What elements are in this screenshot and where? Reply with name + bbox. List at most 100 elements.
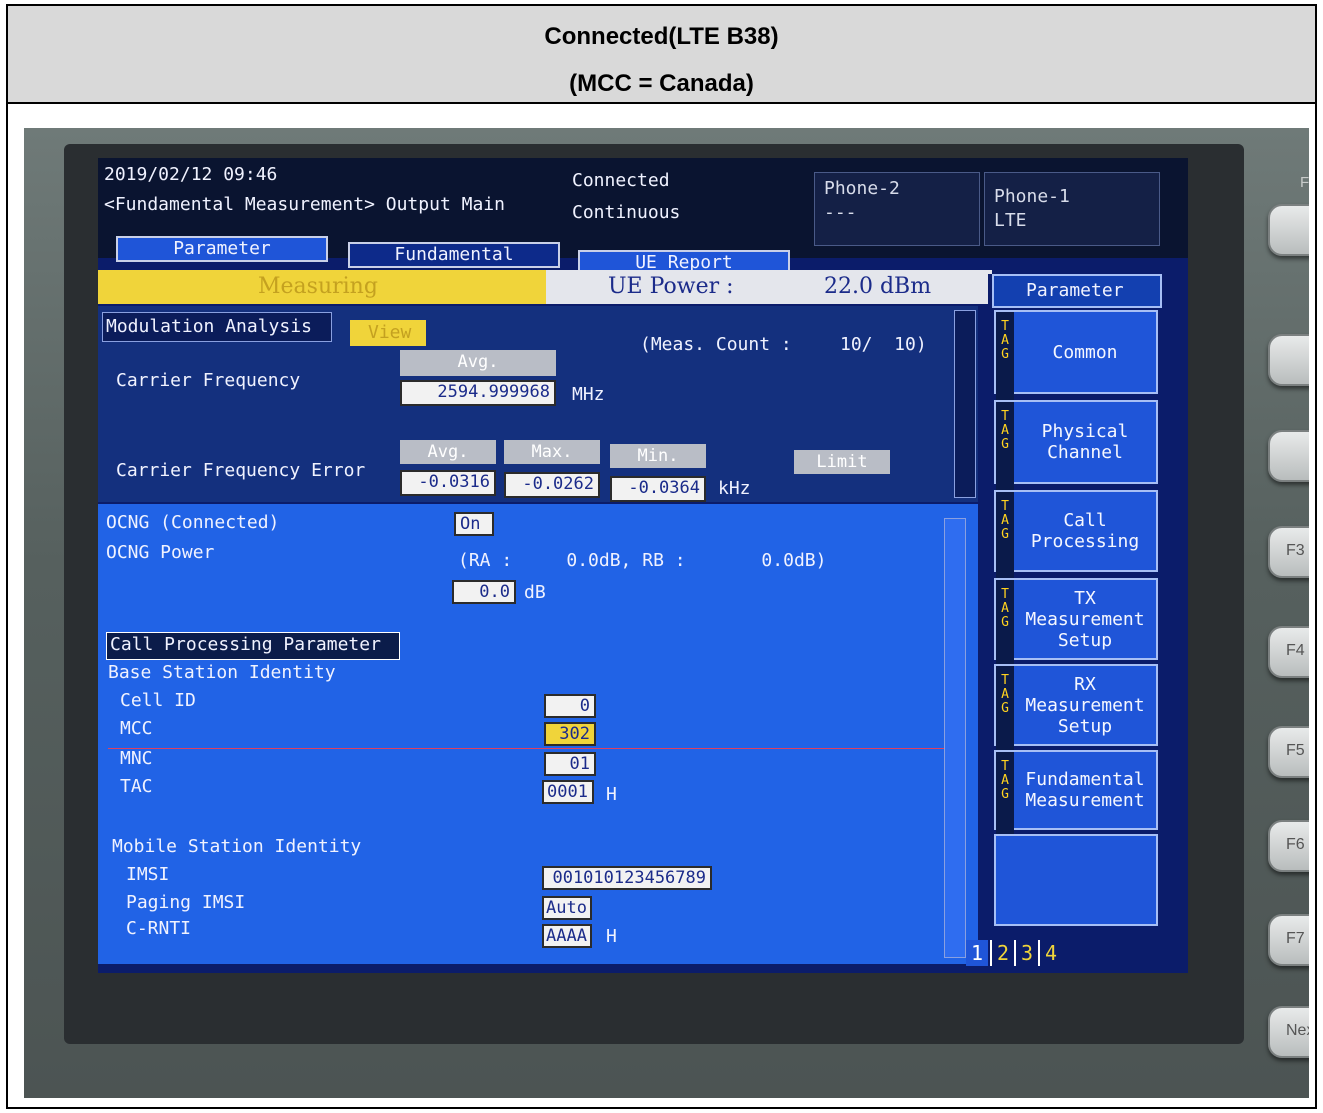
caption-header: Connected(LTE B38) (MCC = Canada) xyxy=(8,6,1315,104)
tac-unit: H xyxy=(606,784,617,805)
side-button-label xyxy=(1014,836,1156,924)
side-button-label: Physical Channel xyxy=(1041,421,1129,463)
tag-marker: T A G xyxy=(996,666,1014,752)
ue-power-label: UE Power : xyxy=(608,274,734,299)
limit-button[interactable]: Limit xyxy=(794,450,890,474)
softkey-f3[interactable]: F3 xyxy=(1268,526,1309,578)
carrier-avg-header: Avg. xyxy=(400,350,556,376)
ue-power-value: 22.0 dBm xyxy=(824,274,932,299)
fun-label: Fun xyxy=(1300,174,1309,191)
cfe-min-value[interactable]: -0.0364 xyxy=(610,476,706,502)
mcc-value[interactable]: 302 xyxy=(544,722,596,746)
cfe-max-value[interactable]: -0.0262 xyxy=(504,472,600,498)
cfe-min-header: Min. xyxy=(610,444,706,468)
side-button-2[interactable]: T A G Physical Channel xyxy=(994,400,1158,490)
cell-id-label: Cell ID xyxy=(120,690,196,711)
ocng-power-value[interactable]: 0.0 xyxy=(452,580,516,604)
page-1[interactable]: 1 xyxy=(966,940,988,966)
next-key[interactable]: Next xyxy=(1268,1006,1309,1058)
carrier-frequency-value[interactable]: 2594.999968 xyxy=(400,380,556,406)
bs-identity-label: Base Station Identity xyxy=(108,662,336,683)
imsi-value[interactable]: 001010123456789 xyxy=(542,866,712,890)
next-label: Next xyxy=(1286,1022,1309,1039)
cfe-avg-header: Avg. xyxy=(400,440,496,464)
mcc-divider-line xyxy=(108,748,954,749)
imsi-label: IMSI xyxy=(126,864,170,885)
softkey-f5[interactable]: F5 xyxy=(1268,726,1309,778)
paging-imsi-value[interactable]: Auto xyxy=(542,896,592,920)
ocng-label: OCNG (Connected) xyxy=(106,512,280,533)
phone1-label: Phone-1 xyxy=(994,186,1070,207)
phone2-status: --- xyxy=(824,202,857,223)
ocng-value[interactable]: On xyxy=(454,512,494,536)
tab-parameter[interactable]: Parameter xyxy=(116,236,328,262)
f4-label: F4 xyxy=(1286,642,1305,659)
side-button-label: Fundamental Measurement xyxy=(1025,769,1145,811)
tac-value[interactable]: 0001 xyxy=(542,780,594,804)
cfe-max-header: Max. xyxy=(504,440,600,464)
softkey-2[interactable] xyxy=(1268,334,1309,386)
side-button-5[interactable]: T A G RX Measurement Setup xyxy=(994,664,1158,752)
lower-scrollbar[interactable] xyxy=(944,518,966,958)
side-button-4[interactable]: T A G TX Measurement Setup xyxy=(994,578,1158,666)
slide-frame: Connected(LTE B38) (MCC = Canada) 2019/0… xyxy=(6,4,1317,1109)
f7-label: F7 xyxy=(1286,930,1305,947)
side-button-label: TX Measurement Setup xyxy=(1025,587,1145,651)
side-button-3[interactable]: T A G Call Processing xyxy=(994,490,1158,578)
tag-marker: T A G xyxy=(996,312,1014,400)
caption-title: Connected(LTE B38) xyxy=(544,23,779,50)
page-3[interactable]: 3 xyxy=(1014,940,1038,966)
instrument-photo: 2019/02/12 09:46 <Fundamental Measuremen… xyxy=(24,128,1309,1098)
phone2-label: Phone-2 xyxy=(824,178,900,199)
side-button-label: RX Measurement Setup xyxy=(1025,673,1145,737)
ocng-power-label: OCNG Power xyxy=(106,542,215,563)
datetime: 2019/02/12 09:46 xyxy=(104,164,278,185)
page-2[interactable]: 2 xyxy=(990,940,1014,966)
f3-label: F3 xyxy=(1286,542,1305,559)
side-button-1[interactable]: T A G Common xyxy=(994,310,1158,400)
caption-subtitle: (MCC = Canada) xyxy=(569,70,754,97)
tag-marker: T A G xyxy=(996,402,1014,490)
crnti-unit: H xyxy=(606,926,617,947)
view-button-label: View xyxy=(368,322,412,343)
tab-fundamental[interactable]: Fundamental xyxy=(348,242,560,268)
carrier-frequency-label: Carrier Frequency xyxy=(116,370,301,391)
crnti-label: C-RNTI xyxy=(126,918,192,939)
phone1-panel xyxy=(984,172,1160,246)
softkey-f7[interactable]: F7 xyxy=(1268,914,1309,966)
mode-label: <Fundamental Measurement> Output Main xyxy=(104,194,505,215)
cell-id-value[interactable]: 0 xyxy=(544,694,596,718)
tag-marker: T A G xyxy=(996,752,1014,836)
call-proc-header: Call Processing Parameter xyxy=(110,634,381,655)
mnc-label: MNC xyxy=(120,748,153,769)
side-buttons: T A G Common T A G Physical Channel T A G Cal… xyxy=(994,310,1164,930)
side-button-label: Call Processing xyxy=(1030,510,1140,552)
side-button-label: Common xyxy=(1052,341,1118,363)
softkey-f6[interactable]: F6 xyxy=(1268,820,1309,872)
measuring-status: Measuring xyxy=(258,274,378,299)
page-4[interactable]: 4 xyxy=(1038,940,1062,966)
instrument-screen: 2019/02/12 09:46 <Fundamental Measuremen… xyxy=(98,158,1188,973)
side-button-6[interactable]: T A G Fundamental Measurement xyxy=(994,750,1158,836)
f5-label: F5 xyxy=(1286,742,1305,759)
softkey-f4[interactable]: F4 xyxy=(1268,626,1309,678)
tag-marker: T A G xyxy=(996,580,1014,666)
side-button-7[interactable] xyxy=(994,834,1158,926)
tac-label: TAC xyxy=(120,776,153,797)
softkey-1[interactable] xyxy=(1268,204,1309,256)
modulation-title: Modulation Analysis xyxy=(106,316,312,337)
tag-marker: T A G xyxy=(996,492,1014,578)
mnc-value[interactable]: 01 xyxy=(544,752,596,776)
softkey-f2[interactable] xyxy=(1268,430,1309,482)
cfe-label: Carrier Frequency Error xyxy=(116,460,366,481)
ms-identity-label: Mobile Station Identity xyxy=(112,836,362,857)
sweep-mode: Continuous xyxy=(572,202,681,223)
ocng-power-detail: (RA : 0.0dB, RB : 0.0dB) xyxy=(458,550,827,571)
side-menu-title: Parameter xyxy=(1026,280,1124,301)
upper-scrollbar[interactable] xyxy=(954,310,976,498)
cfe-avg-value[interactable]: -0.0316 xyxy=(400,470,496,496)
phone1-status: LTE xyxy=(994,210,1027,231)
call-status: Connected xyxy=(572,170,670,191)
carrier-frequency-unit: MHz xyxy=(572,384,605,405)
crnti-value[interactable]: AAAA xyxy=(542,924,592,948)
